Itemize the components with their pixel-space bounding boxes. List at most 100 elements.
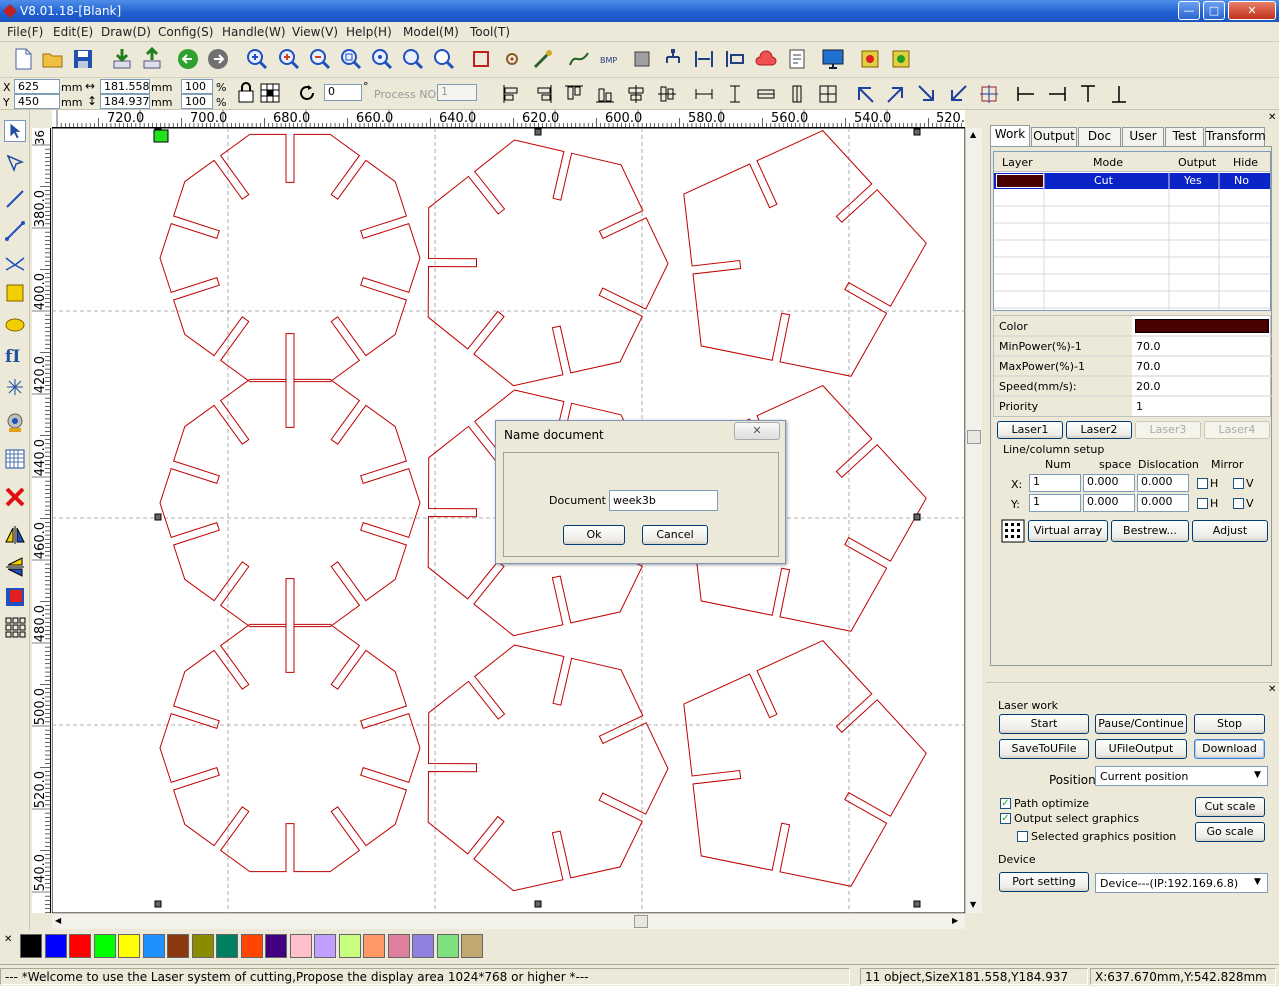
- select-arrow-icon[interactable]: [4, 120, 26, 142]
- mirror-v-icon[interactable]: [4, 556, 26, 578]
- vertical-scroll-thumb[interactable]: [967, 430, 981, 444]
- ufile-output-button[interactable]: UFileOutput: [1095, 739, 1187, 759]
- bestrew-button[interactable]: Bestrew...: [1111, 520, 1189, 542]
- stick-right-icon[interactable]: [1045, 82, 1069, 106]
- document-name-input[interactable]: week3b: [609, 490, 718, 511]
- menu-config[interactable]: Config(S): [158, 25, 213, 39]
- cut-scale-button[interactable]: Cut scale: [1195, 797, 1265, 817]
- panel-close-icon[interactable]: ✕: [1268, 112, 1276, 123]
- new-file-icon[interactable]: [11, 47, 35, 71]
- align-center-h-icon[interactable]: [655, 82, 679, 106]
- cancel-button[interactable]: Cancel: [642, 525, 708, 545]
- zoom-window-icon[interactable]: [339, 47, 363, 71]
- zoom-select-icon[interactable]: [432, 47, 456, 71]
- rotate-angle-input[interactable]: 0: [324, 84, 362, 101]
- redo-icon[interactable]: [206, 47, 230, 71]
- position-select-value[interactable]: Current position: [1096, 768, 1192, 785]
- polyline-tool-icon[interactable]: [4, 220, 26, 242]
- import-icon[interactable]: [110, 47, 134, 71]
- curve-tool-icon[interactable]: [4, 252, 26, 274]
- dialog-close-icon[interactable]: ✕: [734, 422, 780, 440]
- lock-icon[interactable]: [235, 81, 257, 105]
- x-space-input[interactable]: 0.000: [1083, 474, 1135, 492]
- palette-swatch[interactable]: [191, 934, 214, 958]
- tree-icon[interactable]: [661, 47, 685, 71]
- position-select[interactable]: Current position ▼: [1095, 766, 1268, 786]
- chevron-down-icon[interactable]: ▼: [1254, 770, 1261, 780]
- vertical-scrollbar[interactable]: ▲ ▼: [965, 128, 982, 913]
- undo-icon[interactable]: [176, 47, 200, 71]
- stick-top-icon[interactable]: [1076, 82, 1100, 106]
- rectangle-fill-icon[interactable]: [630, 47, 654, 71]
- move-center-icon[interactable]: [977, 82, 1001, 106]
- scroll-down-arrow-icon[interactable]: ▼: [970, 900, 976, 909]
- tab-doc[interactable]: Doc: [1078, 127, 1121, 146]
- open-folder-icon[interactable]: [41, 47, 65, 71]
- save-to-ufile-button[interactable]: SaveToUFile: [999, 739, 1089, 759]
- rotate-icon[interactable]: [296, 82, 318, 104]
- palette-swatch[interactable]: [412, 934, 434, 958]
- scroll-up-arrow-icon[interactable]: ▲: [970, 130, 976, 139]
- menu-file[interactable]: File(F): [7, 25, 43, 39]
- grid-anchor-icon[interactable]: [259, 81, 281, 105]
- output-image-icon[interactable]: [4, 586, 26, 608]
- menu-tool[interactable]: Tool(T): [470, 25, 510, 39]
- menu-view[interactable]: View(V): [292, 25, 338, 39]
- cloud-icon[interactable]: [754, 47, 778, 71]
- dist-h-icon[interactable]: [754, 82, 778, 106]
- edit-path-icon[interactable]: [531, 47, 555, 71]
- palette-swatch[interactable]: [142, 934, 165, 958]
- menu-model[interactable]: Model(M): [403, 25, 459, 39]
- port-setting-button[interactable]: Port setting: [999, 872, 1089, 892]
- save-icon[interactable]: [71, 47, 95, 71]
- bmp-icon[interactable]: BMP: [598, 47, 622, 71]
- move-top-left-icon[interactable]: [853, 82, 877, 106]
- node-edit-icon[interactable]: [4, 152, 26, 174]
- palette-swatch[interactable]: [69, 934, 91, 958]
- tab-test[interactable]: Test: [1165, 127, 1204, 146]
- palette-swatch[interactable]: [289, 934, 312, 958]
- palette-swatch[interactable]: [461, 934, 483, 958]
- laser2-button[interactable]: Laser2: [1066, 421, 1132, 439]
- monitor-icon[interactable]: [821, 47, 845, 71]
- minimize-button[interactable]: —: [1178, 1, 1200, 20]
- tab-output[interactable]: Output: [1031, 127, 1077, 146]
- align-top-icon[interactable]: [562, 82, 586, 106]
- matrix-icon[interactable]: [4, 616, 26, 638]
- palette-swatch[interactable]: [216, 934, 238, 958]
- palette-swatch[interactable]: [20, 934, 42, 958]
- spacing-h-icon[interactable]: [692, 47, 716, 71]
- frame-icon[interactable]: [469, 47, 493, 71]
- zoom-plus-icon[interactable]: [277, 47, 301, 71]
- scale-x-input[interactable]: 100: [181, 79, 213, 94]
- export-icon[interactable]: [140, 47, 164, 71]
- line-tool-icon[interactable]: [4, 188, 26, 210]
- move-bottom-left-icon[interactable]: [946, 82, 970, 106]
- adjust-button[interactable]: Adjust: [1192, 520, 1268, 542]
- device-select-value[interactable]: Device---(IP:192.169.6.8): [1096, 875, 1242, 892]
- menu-handle[interactable]: Handle(W): [222, 25, 286, 39]
- curve-icon[interactable]: [567, 47, 591, 71]
- node-icon[interactable]: [500, 47, 524, 71]
- align-icon[interactable]: [723, 47, 747, 71]
- align-right-icon[interactable]: [531, 82, 555, 106]
- zoom-all-icon[interactable]: [370, 47, 394, 71]
- stop-button[interactable]: Stop: [1194, 714, 1265, 734]
- ok-button[interactable]: Ok: [563, 525, 625, 545]
- laser4-button[interactable]: Laser4: [1204, 421, 1270, 439]
- start-button[interactable]: Start: [999, 714, 1089, 734]
- laser3-button[interactable]: Laser3: [1135, 421, 1201, 439]
- array-grid-icon[interactable]: [4, 448, 26, 470]
- palette-swatch[interactable]: [436, 934, 459, 958]
- move-bottom-right-icon[interactable]: [915, 82, 939, 106]
- point-tool-icon[interactable]: [4, 376, 26, 398]
- palette-swatch[interactable]: [93, 934, 116, 958]
- palette-swatch[interactable]: [167, 934, 189, 958]
- align-bottom-icon[interactable]: [593, 82, 617, 106]
- array-grid-icon[interactable]: [1001, 519, 1025, 543]
- palette-swatch[interactable]: [44, 934, 67, 958]
- go-scale-button[interactable]: Go scale: [1195, 822, 1265, 842]
- scale-y-input[interactable]: 100: [181, 94, 213, 109]
- zoom-in-icon[interactable]: [245, 47, 269, 71]
- pause-continue-button[interactable]: Pause/Continue: [1095, 714, 1187, 734]
